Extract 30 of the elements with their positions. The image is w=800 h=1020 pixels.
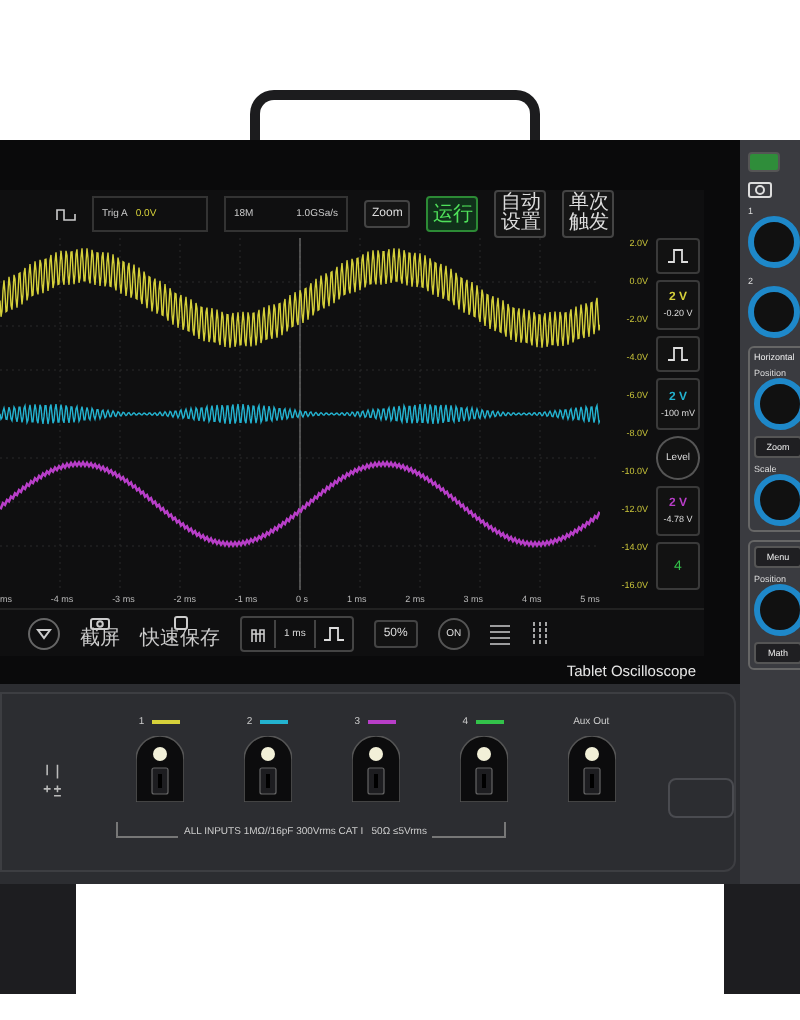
waveform-icon[interactable] bbox=[56, 207, 76, 221]
control-knob[interactable] bbox=[754, 378, 800, 430]
stand-leg bbox=[724, 884, 800, 994]
bnc-connector-icon bbox=[243, 736, 292, 802]
pulse-icon bbox=[668, 346, 688, 363]
camera-icon bbox=[90, 616, 110, 630]
control-knob[interactable] bbox=[754, 584, 800, 636]
bracket-line bbox=[432, 822, 507, 838]
filter-icon[interactable] bbox=[28, 617, 60, 649]
trigger-type-button[interactable] bbox=[656, 238, 700, 274]
action-button[interactable]: 自动设置 bbox=[494, 190, 547, 238]
lines-icon[interactable] bbox=[489, 621, 510, 645]
run-button[interactable]: 运行 bbox=[426, 196, 479, 232]
trigger-type-button[interactable] bbox=[656, 336, 700, 373]
stand-leg bbox=[0, 884, 76, 994]
bnc-connector-icon bbox=[135, 736, 184, 802]
action-button[interactable]: 单次触发 bbox=[562, 190, 615, 238]
bnc-connector-icon bbox=[351, 736, 400, 802]
bnc-connector-icon bbox=[567, 736, 616, 802]
save-icon bbox=[173, 616, 187, 630]
blank-plate bbox=[668, 778, 735, 818]
camera-icon[interactable] bbox=[748, 180, 772, 198]
columns-icon[interactable] bbox=[529, 621, 550, 645]
quick-save-button[interactable]: 快速保存 bbox=[140, 616, 220, 650]
pulse-icon bbox=[668, 247, 688, 264]
control-knob[interactable] bbox=[754, 474, 800, 526]
channel-knob[interactable] bbox=[748, 216, 800, 268]
bnc-connector-icon bbox=[459, 736, 508, 802]
bracket-line bbox=[116, 822, 178, 838]
channel-knob[interactable] bbox=[748, 286, 800, 338]
